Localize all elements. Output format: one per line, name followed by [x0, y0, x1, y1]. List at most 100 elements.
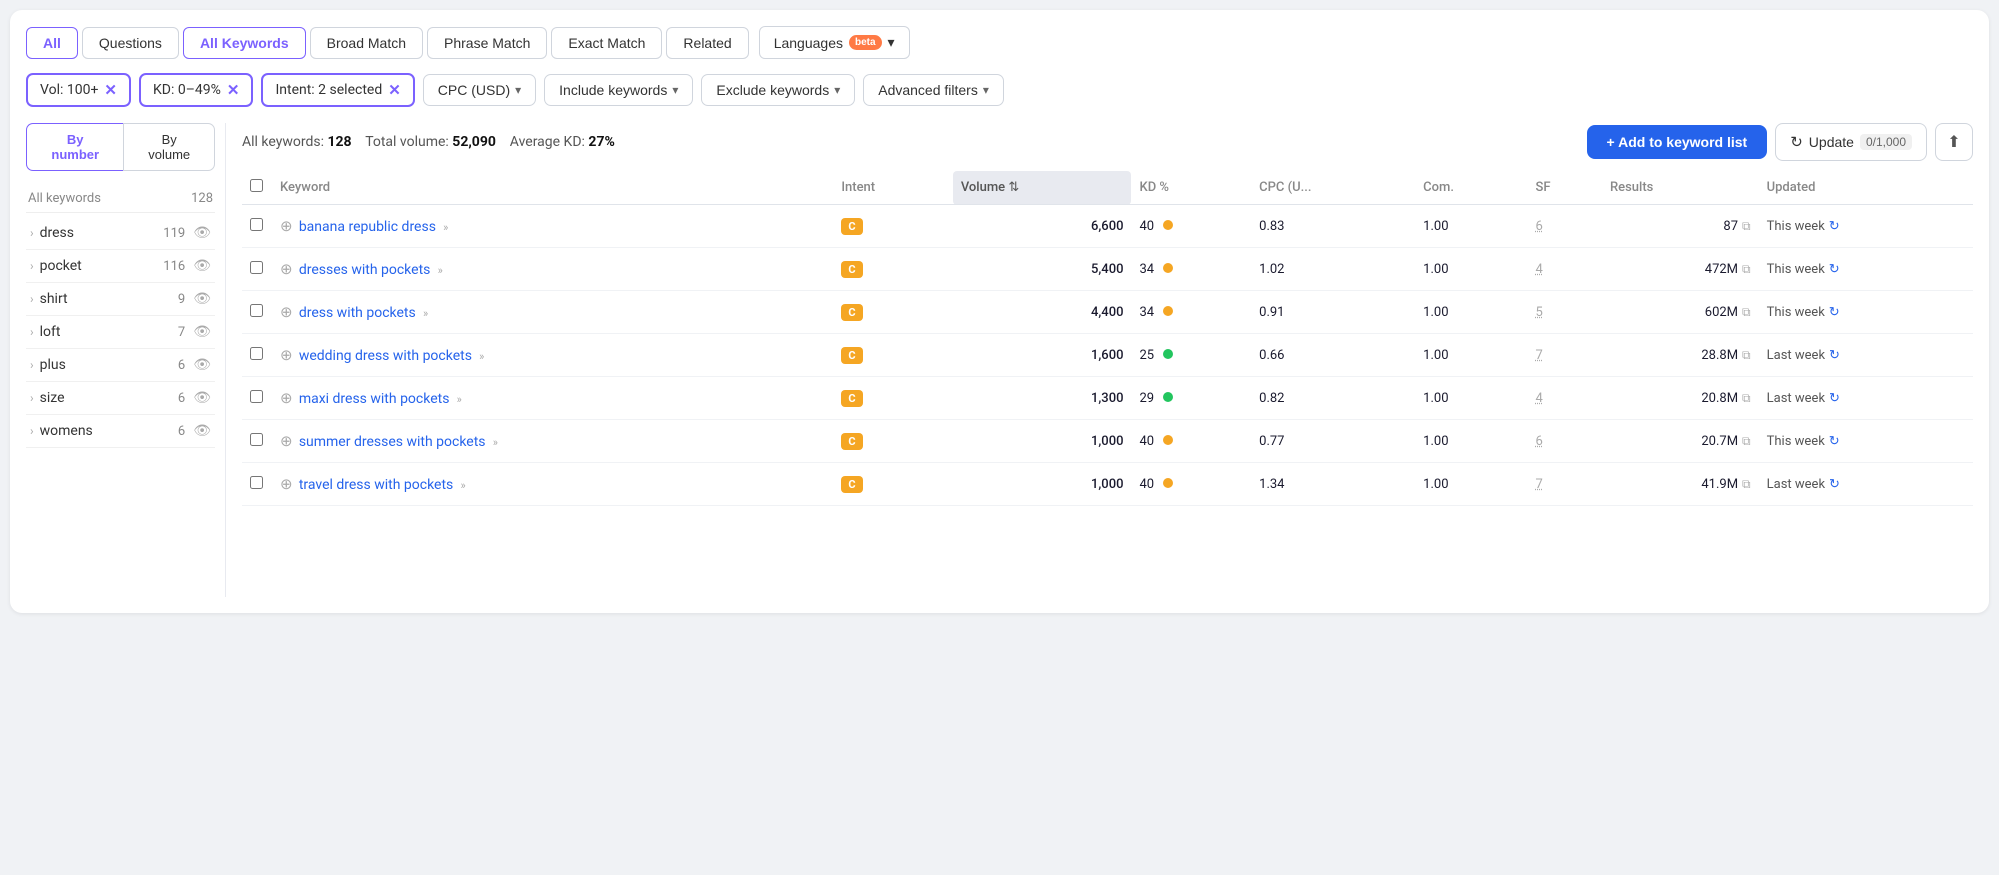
- kd-dot: [1163, 349, 1173, 359]
- tab-phrase-match[interactable]: Phrase Match: [427, 27, 547, 59]
- add-keyword-icon[interactable]: ⊕: [280, 475, 293, 493]
- updated-refresh-icon[interactable]: ↻: [1829, 477, 1840, 492]
- eye-icon[interactable]: 👁: [193, 225, 211, 241]
- add-keyword-icon[interactable]: ⊕: [280, 389, 293, 407]
- tab-all[interactable]: All: [26, 27, 78, 59]
- updated-refresh-icon[interactable]: ↻: [1829, 219, 1840, 234]
- keyword-link[interactable]: travel dress with pockets: [299, 477, 453, 493]
- tab-broad-match[interactable]: Broad Match: [310, 27, 423, 59]
- updated-refresh-icon[interactable]: ↻: [1829, 262, 1840, 277]
- intent-cell: C: [833, 377, 952, 420]
- sidebar-item-womens[interactable]: › womens 6 👁: [26, 415, 215, 448]
- add-keyword-icon[interactable]: ⊕: [280, 303, 293, 321]
- eye-icon[interactable]: 👁: [193, 357, 211, 373]
- eye-icon[interactable]: 👁: [193, 291, 211, 307]
- sidebar-item-count: 6: [178, 391, 185, 406]
- tab-exact-match[interactable]: Exact Match: [551, 27, 662, 59]
- add-to-keyword-list-button[interactable]: + Add to keyword list: [1587, 125, 1768, 159]
- update-button[interactable]: ↻ Update 0/1,000: [1775, 123, 1927, 161]
- sidebar-item-dress[interactable]: › dress 119 👁: [26, 217, 215, 250]
- intent-badge: C: [841, 390, 862, 407]
- updated-refresh-icon[interactable]: ↻: [1829, 348, 1840, 363]
- sidebar-item-pocket[interactable]: › pocket 116 👁: [26, 250, 215, 283]
- kd-dot: [1163, 306, 1173, 316]
- sidebar-item-shirt[interactable]: › shirt 9 👁: [26, 283, 215, 316]
- col-kd: KD %: [1131, 171, 1251, 205]
- sidebar-item-size[interactable]: › size 6 👁: [26, 382, 215, 415]
- tab-related[interactable]: Related: [666, 27, 748, 59]
- kd-dot: [1163, 435, 1173, 445]
- row-checkbox[interactable]: [250, 433, 263, 446]
- add-keyword-icon[interactable]: ⊕: [280, 346, 293, 364]
- kd-value: 25: [1139, 348, 1154, 363]
- sidebar-item-label: loft: [40, 324, 178, 340]
- eye-icon[interactable]: 👁: [193, 258, 211, 274]
- filter-vol-remove[interactable]: ✕: [104, 83, 117, 98]
- include-keywords-dropdown[interactable]: Include keywords ▾: [544, 74, 693, 106]
- advanced-filters-dropdown[interactable]: Advanced filters ▾: [863, 74, 1004, 106]
- sf-value[interactable]: 7: [1536, 477, 1543, 492]
- keyword-link[interactable]: maxi dress with pockets: [299, 391, 450, 407]
- keyword-link[interactable]: summer dresses with pockets: [299, 434, 486, 450]
- table-area: All keywords: 128 Total volume: 52,090 A…: [226, 123, 1973, 597]
- keyword-link[interactable]: banana republic dress: [299, 219, 436, 235]
- filter-kd-remove[interactable]: ✕: [227, 83, 240, 98]
- updated-refresh-icon[interactable]: ↻: [1829, 434, 1840, 449]
- add-keyword-icon[interactable]: ⊕: [280, 260, 293, 278]
- export-button[interactable]: ⬆: [1935, 123, 1973, 161]
- double-chevron-icon: »: [443, 221, 448, 234]
- row-checkbox[interactable]: [250, 304, 263, 317]
- eye-icon[interactable]: 👁: [193, 324, 211, 340]
- kd-value: 40: [1139, 477, 1154, 492]
- eye-icon[interactable]: 👁: [193, 390, 211, 406]
- results-copy-icon: ⧉: [1742, 477, 1751, 492]
- cpc-filter-dropdown[interactable]: CPC (USD) ▾: [423, 74, 536, 106]
- sf-value[interactable]: 5: [1536, 305, 1543, 320]
- update-label: Update: [1809, 134, 1854, 150]
- sf-value[interactable]: 6: [1536, 219, 1543, 234]
- row-checkbox[interactable]: [250, 261, 263, 274]
- sf-value[interactable]: 4: [1536, 391, 1543, 406]
- updated-cell: This week ↻: [1759, 291, 1973, 334]
- kd-dot: [1163, 392, 1173, 402]
- sf-value[interactable]: 6: [1536, 434, 1543, 449]
- row-checkbox[interactable]: [250, 390, 263, 403]
- updated-cell: This week ↻: [1759, 205, 1973, 248]
- updated-refresh-icon[interactable]: ↻: [1829, 391, 1840, 406]
- keyword-link[interactable]: wedding dress with pockets: [299, 348, 472, 364]
- cpc-cell: 1.34: [1251, 463, 1415, 506]
- sidebar-scroll[interactable]: › dress 119 👁 › pocket 116 👁 › shirt 9 👁: [26, 217, 215, 597]
- col-volume[interactable]: Volume ⇅: [953, 171, 1132, 205]
- double-chevron-icon: »: [457, 393, 462, 406]
- select-all-checkbox[interactable]: [250, 179, 263, 192]
- filter-intent-remove[interactable]: ✕: [388, 83, 401, 98]
- sidebar-item-loft[interactable]: › loft 7 👁: [26, 316, 215, 349]
- tab-questions[interactable]: Questions: [82, 27, 179, 59]
- filter-intent-label: Intent: 2 selected: [275, 82, 382, 98]
- updated-value: This week: [1767, 219, 1825, 234]
- include-chevron-icon: ▾: [672, 83, 678, 97]
- keyword-link[interactable]: dress with pockets: [299, 305, 416, 321]
- results-value: 602M: [1705, 305, 1738, 320]
- exclude-keywords-dropdown[interactable]: Exclude keywords ▾: [701, 74, 855, 106]
- sort-by-number[interactable]: By number: [26, 123, 123, 171]
- sf-value[interactable]: 7: [1536, 348, 1543, 363]
- sort-by-volume[interactable]: By volume: [123, 123, 215, 171]
- languages-button[interactable]: Languages beta ▾: [759, 26, 910, 59]
- add-keyword-icon[interactable]: ⊕: [280, 217, 293, 235]
- sidebar-header-count: 128: [191, 191, 213, 206]
- updated-refresh-icon[interactable]: ↻: [1829, 305, 1840, 320]
- sidebar-item-plus[interactable]: › plus 6 👁: [26, 349, 215, 382]
- sort-buttons: By number By volume: [26, 123, 215, 171]
- eye-icon[interactable]: 👁: [193, 423, 211, 439]
- row-checkbox[interactable]: [250, 218, 263, 231]
- tab-all-keywords[interactable]: All Keywords: [183, 27, 306, 59]
- sf-value[interactable]: 4: [1536, 262, 1543, 277]
- updated-value: This week: [1767, 434, 1825, 449]
- keyword-link[interactable]: dresses with pockets: [299, 262, 431, 278]
- row-checkbox[interactable]: [250, 476, 263, 489]
- add-keyword-icon[interactable]: ⊕: [280, 432, 293, 450]
- export-icon: ⬆: [1947, 132, 1960, 152]
- row-checkbox[interactable]: [250, 347, 263, 360]
- intent-cell: C: [833, 334, 952, 377]
